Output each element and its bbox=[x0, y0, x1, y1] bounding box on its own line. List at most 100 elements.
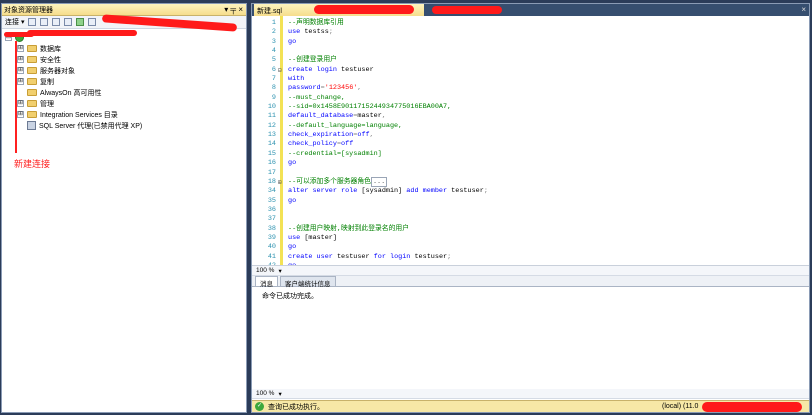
status-bar: ✓ 查询已成功执行。 (local) (11.0 bbox=[252, 400, 809, 412]
code-line: 39 use [master] bbox=[268, 234, 809, 243]
annotation-text: 新建连接 bbox=[14, 159, 51, 169]
code-line: 40 go bbox=[268, 243, 809, 252]
code-token: create user bbox=[288, 252, 337, 261]
code-text: go bbox=[288, 159, 296, 168]
tree-node[interactable]: ⊞ Integration Services 目录 bbox=[5, 109, 246, 120]
folder-icon bbox=[27, 56, 37, 63]
code-token: with bbox=[288, 75, 305, 84]
object-explorer-titlebar: 对象资源管理器 ▾ ╤ × bbox=[2, 4, 246, 16]
code-text: --credential=[sysadmin] bbox=[288, 150, 382, 159]
line-number: 18 bbox=[267, 177, 276, 186]
tree-node[interactable]: ⊞ 安全性 bbox=[5, 54, 246, 65]
code-token: go bbox=[288, 159, 297, 168]
agent-icon bbox=[27, 121, 36, 130]
sql-editor[interactable]: 1 --声明数据库引用 2 use testss; 3 go 4 5 --创建登录用户 6 ⊟ cre… bbox=[252, 16, 809, 266]
code-text: --声明数据库引用 bbox=[288, 19, 344, 28]
code-line: 8 password='123456', bbox=[272, 84, 809, 93]
line-number: 14 bbox=[267, 140, 276, 149]
line-number: 6 bbox=[271, 65, 276, 74]
tab-query-label: 新建.sql bbox=[257, 8, 282, 15]
editor-zoom[interactable]: 100 % ▾ bbox=[252, 266, 809, 276]
collapse-icon[interactable] bbox=[88, 18, 97, 26]
result-message: 命令已成功完成。 bbox=[262, 293, 318, 300]
code-text: password='123456', bbox=[288, 84, 361, 93]
code-token: go bbox=[288, 243, 297, 252]
tab-client-stats[interactable]: 客户端统计信息 bbox=[280, 276, 336, 288]
code-token: off bbox=[341, 140, 354, 149]
code-token: add member bbox=[406, 187, 452, 196]
query-document: 新建.sql × 1 --声明数据库引用 2 use testss; 3 go 4 5 --创建… bbox=[251, 3, 810, 413]
code-text: use [master] bbox=[288, 234, 337, 243]
code-token: , bbox=[381, 112, 386, 121]
results-zoom[interactable]: 100 % ▾ bbox=[252, 389, 809, 399]
document-tabbar: 新建.sql × bbox=[252, 4, 809, 16]
folder-icon bbox=[27, 78, 37, 85]
code-line: 12 --default_language=language, bbox=[268, 121, 809, 131]
redaction-mark bbox=[702, 402, 802, 412]
chevron-down-icon[interactable]: ▾ bbox=[278, 390, 281, 398]
code-text: check_policy=off bbox=[288, 140, 353, 149]
expand-icon[interactable]: ⊞ bbox=[17, 100, 24, 107]
code-line: 41 create user testuser for login testuse… bbox=[268, 252, 809, 262]
server-name: (local) (11.0 bbox=[662, 403, 699, 410]
code-lines: 1 --声明数据库引用 2 use testss; 3 go 4 5 --创建登录用户 6 ⊟ cre… bbox=[268, 19, 809, 265]
code-token: , bbox=[357, 84, 362, 93]
line-number: 35 bbox=[267, 196, 276, 205]
expand-icon[interactable]: ⊞ bbox=[17, 67, 24, 74]
folder-icon bbox=[27, 45, 37, 52]
tree-node[interactable]: ⊞ 复制 bbox=[5, 76, 246, 87]
line-number: 10 bbox=[267, 103, 276, 112]
code-token: testuser bbox=[341, 65, 374, 74]
code-line: 16 go bbox=[268, 159, 809, 168]
tree-node[interactable]: ⊞ 数据库 bbox=[5, 43, 246, 54]
expand-icon[interactable]: ⊞ bbox=[17, 56, 24, 63]
pin-close-buttons[interactable]: ▾ ╤ × bbox=[224, 5, 246, 15]
chevron-down-icon[interactable]: ▾ bbox=[278, 267, 281, 275]
refresh-icon[interactable] bbox=[76, 18, 85, 26]
connect-icon[interactable] bbox=[28, 18, 37, 26]
tree-node[interactable]: ⊞ 管理 bbox=[5, 98, 246, 109]
tree-node[interactable]: AlwaysOn 高可用性 bbox=[5, 87, 246, 98]
tab-messages[interactable]: 消息 bbox=[255, 276, 278, 288]
code-token: use bbox=[288, 233, 305, 242]
folder-icon bbox=[27, 67, 37, 74]
code-token: --default_language=language, bbox=[288, 121, 403, 130]
code-token: --声明数据库引用 bbox=[288, 19, 344, 27]
tree-node-label: Integration Services 目录 bbox=[40, 111, 118, 119]
expand-icon[interactable]: ⊞ bbox=[17, 78, 24, 85]
code-text: default_database=master, bbox=[288, 112, 386, 121]
disconnect-icon[interactable] bbox=[40, 18, 49, 26]
code-text: go bbox=[288, 243, 296, 252]
expand-icon bbox=[17, 122, 24, 129]
code-line: 34 alter server role [sysadmin] add membe… bbox=[268, 187, 809, 196]
code-token: password bbox=[288, 84, 321, 93]
filter-icon[interactable] bbox=[64, 18, 73, 26]
code-text: --创建用户映射,映射到此登录名的用户 bbox=[288, 225, 409, 234]
redaction-mark bbox=[432, 6, 502, 14]
expand-icon[interactable]: ⊞ bbox=[17, 111, 24, 118]
collapse-icon[interactable]: ⊟ bbox=[278, 66, 282, 75]
object-explorer-panel: 对象资源管理器 ▾ ╤ × 连接 ▾ ⊟ ⊞ 数据库 ⊞ 安全性 ⊞ 服务器对象 ⊞ 复制 Alw… bbox=[1, 3, 247, 413]
line-number: 41 bbox=[267, 252, 276, 261]
code-line: 35 go bbox=[268, 197, 809, 206]
code-text: go bbox=[288, 38, 296, 47]
line-number: 4 bbox=[271, 47, 276, 56]
code-line: 37 bbox=[268, 215, 809, 224]
close-icon[interactable]: × bbox=[801, 5, 806, 14]
expand-icon[interactable]: ⊞ bbox=[278, 178, 282, 187]
stop-icon[interactable] bbox=[52, 18, 61, 26]
code-token: master bbox=[357, 112, 382, 121]
code-token: --创建登录用户 bbox=[288, 56, 337, 65]
connect-button[interactable]: 连接 ▾ bbox=[5, 17, 24, 27]
code-line: 7 with bbox=[272, 75, 809, 84]
code-token: --must_change, bbox=[288, 93, 346, 102]
expand-icon[interactable]: ⊞ bbox=[17, 45, 24, 52]
tree-node[interactable]: SQL Server 代理(已禁用代理 XP) bbox=[5, 120, 246, 131]
line-number: 11 bbox=[267, 112, 276, 121]
line-number: 37 bbox=[267, 215, 276, 224]
code-token: use bbox=[288, 28, 305, 37]
folder-icon bbox=[27, 100, 37, 107]
code-token: --sid=0x1458E9011715244934775016EBA00A7, bbox=[288, 103, 452, 112]
tree-node[interactable]: ⊞ 服务器对象 bbox=[5, 65, 246, 76]
tree-node-label: AlwaysOn 高可用性 bbox=[40, 89, 102, 97]
